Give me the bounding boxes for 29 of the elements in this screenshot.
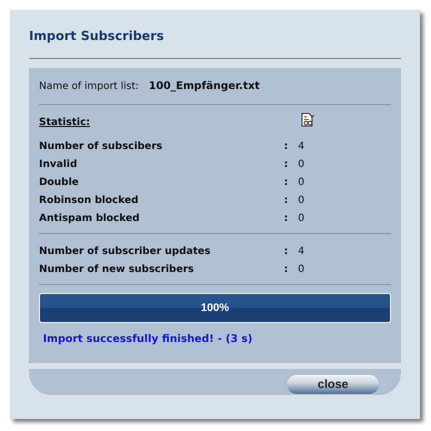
statistic-value: 0 [298, 194, 304, 206]
colon: : [284, 176, 289, 188]
colon: : [284, 246, 289, 256]
statistic-value: 0 [298, 158, 304, 170]
colon: : [284, 194, 289, 206]
import-list-label: Name of import list: [39, 81, 139, 92]
statistic-heading: Statistic: [39, 116, 90, 128]
dialog-title: Import Subscribers [29, 28, 165, 45]
status-message: Import successfully finished! - (3 s) [43, 333, 254, 345]
close-button[interactable]: close [287, 374, 379, 394]
colon: : [284, 140, 289, 152]
colon: : [284, 212, 289, 224]
statistic-label: Number of new subscribers [39, 264, 195, 274]
progress-percent: 100% [200, 302, 230, 314]
statistic-value: 4 [298, 246, 304, 256]
statistic-label: Double [39, 176, 80, 188]
colon: : [284, 264, 289, 274]
colon: : [284, 158, 289, 170]
statistic-label: Number of subscibers [39, 140, 164, 152]
statistic-label: Robinson blocked [39, 194, 140, 206]
document-icon[interactable] [301, 113, 315, 127]
statistic-value: 4 [298, 140, 304, 152]
statistic-value: 0 [298, 264, 304, 274]
statistic-value: 0 [298, 212, 304, 224]
statistic-label: Invalid [39, 158, 78, 170]
statistic-value: 0 [298, 176, 304, 188]
statistic-label: Number of subscriber updates [39, 246, 212, 256]
import-list-name: 100_Empfänger.txt [148, 80, 260, 92]
statistic-label: Antispam blocked [39, 212, 141, 224]
